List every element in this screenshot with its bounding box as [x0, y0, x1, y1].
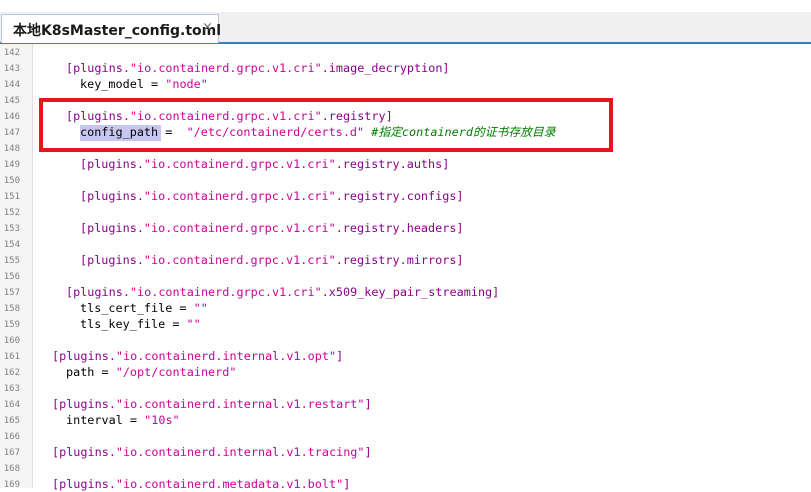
code-line[interactable]: key_model = "node"	[80, 76, 208, 92]
section-plugin: "io.containerd.metadata.v1.bolt"	[115, 477, 344, 491]
section-prefix: [plugins.	[52, 477, 116, 491]
code-value: "/opt/containerd"	[115, 365, 237, 379]
line-number: 150	[3, 176, 20, 186]
code-line[interactable]: [plugins."io.containerd.grpc.v1.cri".ima…	[66, 60, 450, 76]
line-number: 162	[3, 368, 20, 378]
line-number: 168	[3, 464, 20, 474]
code-line[interactable]: interval = "10s"	[66, 412, 180, 428]
line-number: 159	[3, 320, 20, 330]
line-number: 151	[3, 192, 20, 202]
line-number: 163	[3, 384, 20, 394]
section-plugin: "io.containerd.grpc.v1.cri"	[129, 61, 322, 75]
code-line[interactable]: [plugins."io.containerd.grpc.v1.cri".reg…	[80, 156, 449, 172]
code-key: path =	[66, 365, 116, 379]
section-prefix: [plugins.	[66, 61, 130, 75]
section-suffix: ]	[343, 477, 351, 491]
code-key: tls_cert_file =	[80, 301, 194, 315]
section-plugin: "io.containerd.grpc.v1.cri"	[129, 285, 322, 299]
section-prefix: [plugins.	[80, 221, 144, 235]
section-prefix: [plugins.	[80, 189, 144, 203]
line-number: 155	[3, 256, 20, 266]
line-number: 149	[3, 160, 20, 170]
code-value: "10s"	[144, 413, 180, 427]
section-plugin: "io.containerd.internal.v1.opt"	[115, 349, 337, 363]
section-plugin: "io.containerd.grpc.v1.cri"	[143, 157, 336, 171]
code-line[interactable]: [plugins."io.containerd.internal.v1.opt"…	[52, 348, 343, 364]
tab-title: 本地K8sMaster_config.toml	[13, 23, 222, 39]
code-value: "node"	[165, 77, 208, 91]
code-key: interval =	[66, 413, 145, 427]
line-number: 148	[3, 144, 20, 154]
menu-bar	[0, 0, 811, 12]
close-icon[interactable]: ×	[202, 20, 213, 35]
section-plugin: "io.containerd.internal.v1.restart"	[115, 397, 365, 411]
line-number: 144	[3, 80, 20, 90]
section-plugin: "io.containerd.internal.v1.tracing"	[115, 445, 365, 459]
line-number: 169	[3, 480, 20, 490]
code-line[interactable]: [plugins."io.containerd.internal.v1.rest…	[52, 396, 372, 412]
line-number: 165	[3, 416, 20, 426]
section-prefix: [plugins.	[80, 157, 144, 171]
code-line[interactable]: tls_cert_file = ""	[80, 300, 208, 316]
line-number: 153	[3, 224, 20, 234]
line-number: 166	[3, 432, 20, 442]
line-number: 161	[3, 352, 20, 362]
section-suffix: ]	[364, 397, 372, 411]
section-suffix: .registry.mirrors]	[335, 253, 464, 267]
line-number: 160	[3, 336, 20, 346]
code-line[interactable]: path = "/opt/containerd"	[66, 364, 236, 380]
line-number: 146	[3, 112, 20, 122]
code-line[interactable]: [plugins."io.containerd.metadata.v1.bolt…	[52, 476, 350, 492]
section-plugin: "io.containerd.grpc.v1.cri"	[143, 221, 336, 235]
line-number: 154	[3, 240, 20, 250]
section-prefix: [plugins.	[66, 285, 130, 299]
line-number: 167	[3, 448, 20, 458]
code-key: key_model =	[80, 77, 166, 91]
line-number: 157	[3, 288, 20, 298]
line-number: 145	[3, 96, 20, 106]
section-suffix: ]	[364, 445, 372, 459]
code-line[interactable]: [plugins."io.containerd.grpc.v1.cri".reg…	[80, 188, 464, 204]
code-value: ""	[186, 317, 201, 331]
code-line[interactable]: [plugins."io.containerd.internal.v1.trac…	[52, 444, 372, 460]
section-prefix: [plugins.	[52, 349, 116, 363]
line-number: 156	[3, 272, 20, 282]
section-prefix: [plugins.	[52, 445, 116, 459]
code-value: ""	[193, 301, 208, 315]
code-line[interactable]: [plugins."io.containerd.grpc.v1.cri".x50…	[66, 284, 499, 300]
section-plugin: "io.containerd.grpc.v1.cri"	[143, 189, 336, 203]
section-suffix: ]	[336, 349, 344, 363]
line-number: 152	[3, 208, 20, 218]
code-line[interactable]: [plugins."io.containerd.grpc.v1.cri".reg…	[80, 220, 464, 236]
line-number: 164	[3, 400, 20, 410]
line-number: 143	[3, 64, 20, 74]
section-suffix: .registry.configs]	[335, 189, 464, 203]
section-suffix: .registry.auths]	[335, 157, 450, 171]
code-key: tls_key_file =	[80, 317, 187, 331]
annotation-highlight-box	[39, 98, 613, 152]
tab-config-toml[interactable]: 本地K8sMaster_config.toml ×	[1, 14, 222, 43]
section-suffix: .image_decryption]	[321, 61, 450, 75]
line-number: 142	[3, 48, 20, 58]
line-number: 158	[3, 304, 20, 314]
code-line[interactable]: tls_key_file = ""	[80, 316, 201, 332]
section-prefix: [plugins.	[52, 397, 116, 411]
code-line[interactable]: [plugins."io.containerd.grpc.v1.cri".reg…	[80, 252, 464, 268]
section-plugin: "io.containerd.grpc.v1.cri"	[143, 253, 336, 267]
line-number: 147	[3, 128, 20, 138]
section-suffix: .registry.headers]	[335, 221, 464, 235]
section-prefix: [plugins.	[80, 253, 144, 267]
section-suffix: .x509_key_pair_streaming]	[321, 285, 500, 299]
